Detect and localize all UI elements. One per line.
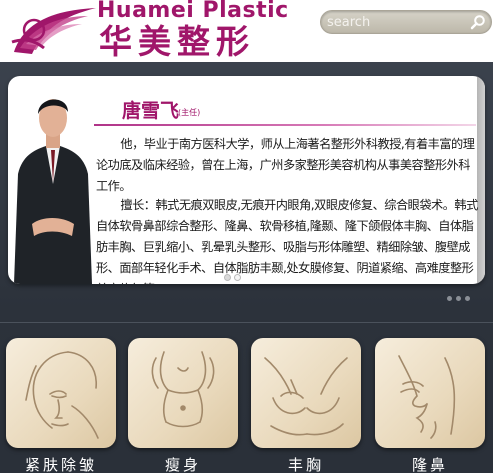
more-dots-icon[interactable] xyxy=(447,296,470,301)
header: Huamei Plastic 华美整形 xyxy=(0,0,493,62)
doctor-carousel[interactable]: 唐雪飞 (主任) 他，毕业于南方医科大学，师从上海著名整形外科教授,有着丰富的理… xyxy=(8,76,485,284)
category-tile-skin[interactable] xyxy=(6,338,116,448)
carousel-indicator xyxy=(224,274,241,281)
doctor-bio: 他，毕业于南方医科大学，师从上海著名整形外科教授,有着丰富的理论功底及临床经验，… xyxy=(96,137,475,193)
search-box[interactable] xyxy=(320,10,492,34)
doctor-name: 唐雪飞 xyxy=(122,100,180,122)
logo-swirl-icon xyxy=(11,8,96,54)
carousel-dot[interactable] xyxy=(224,274,231,281)
section-divider xyxy=(0,322,493,323)
divider xyxy=(94,124,476,126)
doctor-portrait xyxy=(14,99,92,284)
category-label[interactable]: 瘦身 xyxy=(128,454,238,473)
body-slim-icon xyxy=(151,351,215,428)
category-label[interactable]: 紧肤除皱 xyxy=(6,454,116,473)
carousel-dot-active[interactable] xyxy=(234,274,241,281)
face-wrinkle-icon xyxy=(25,351,99,439)
main-panel: 唐雪飞 (主任) 他，毕业于南方医科大学，师从上海著名整形外科教授,有着丰富的理… xyxy=(0,62,493,473)
brand-name-chinese: 华美整形 xyxy=(99,22,255,61)
nose-profile-icon xyxy=(398,355,456,439)
brand-name-english: Huamei Plastic xyxy=(97,0,289,23)
doctor-title: (主任) xyxy=(178,108,201,117)
card-edge xyxy=(477,76,485,284)
category-label[interactable]: 丰胸 xyxy=(251,454,361,473)
category-tile-breast[interactable] xyxy=(251,338,361,448)
search-icon[interactable] xyxy=(470,14,486,30)
category-tile-nose[interactable] xyxy=(375,338,485,448)
search-input[interactable] xyxy=(327,12,467,32)
category-label[interactable]: 隆鼻 xyxy=(375,454,485,473)
breast-icon xyxy=(264,357,348,436)
doctor-specialty: 擅长：韩式无痕双眼皮,无痕开内眼角,双眼皮修复、综合眼袋术。韩式自体软骨鼻部综合… xyxy=(96,198,478,284)
category-tile-slim[interactable] xyxy=(128,338,238,448)
